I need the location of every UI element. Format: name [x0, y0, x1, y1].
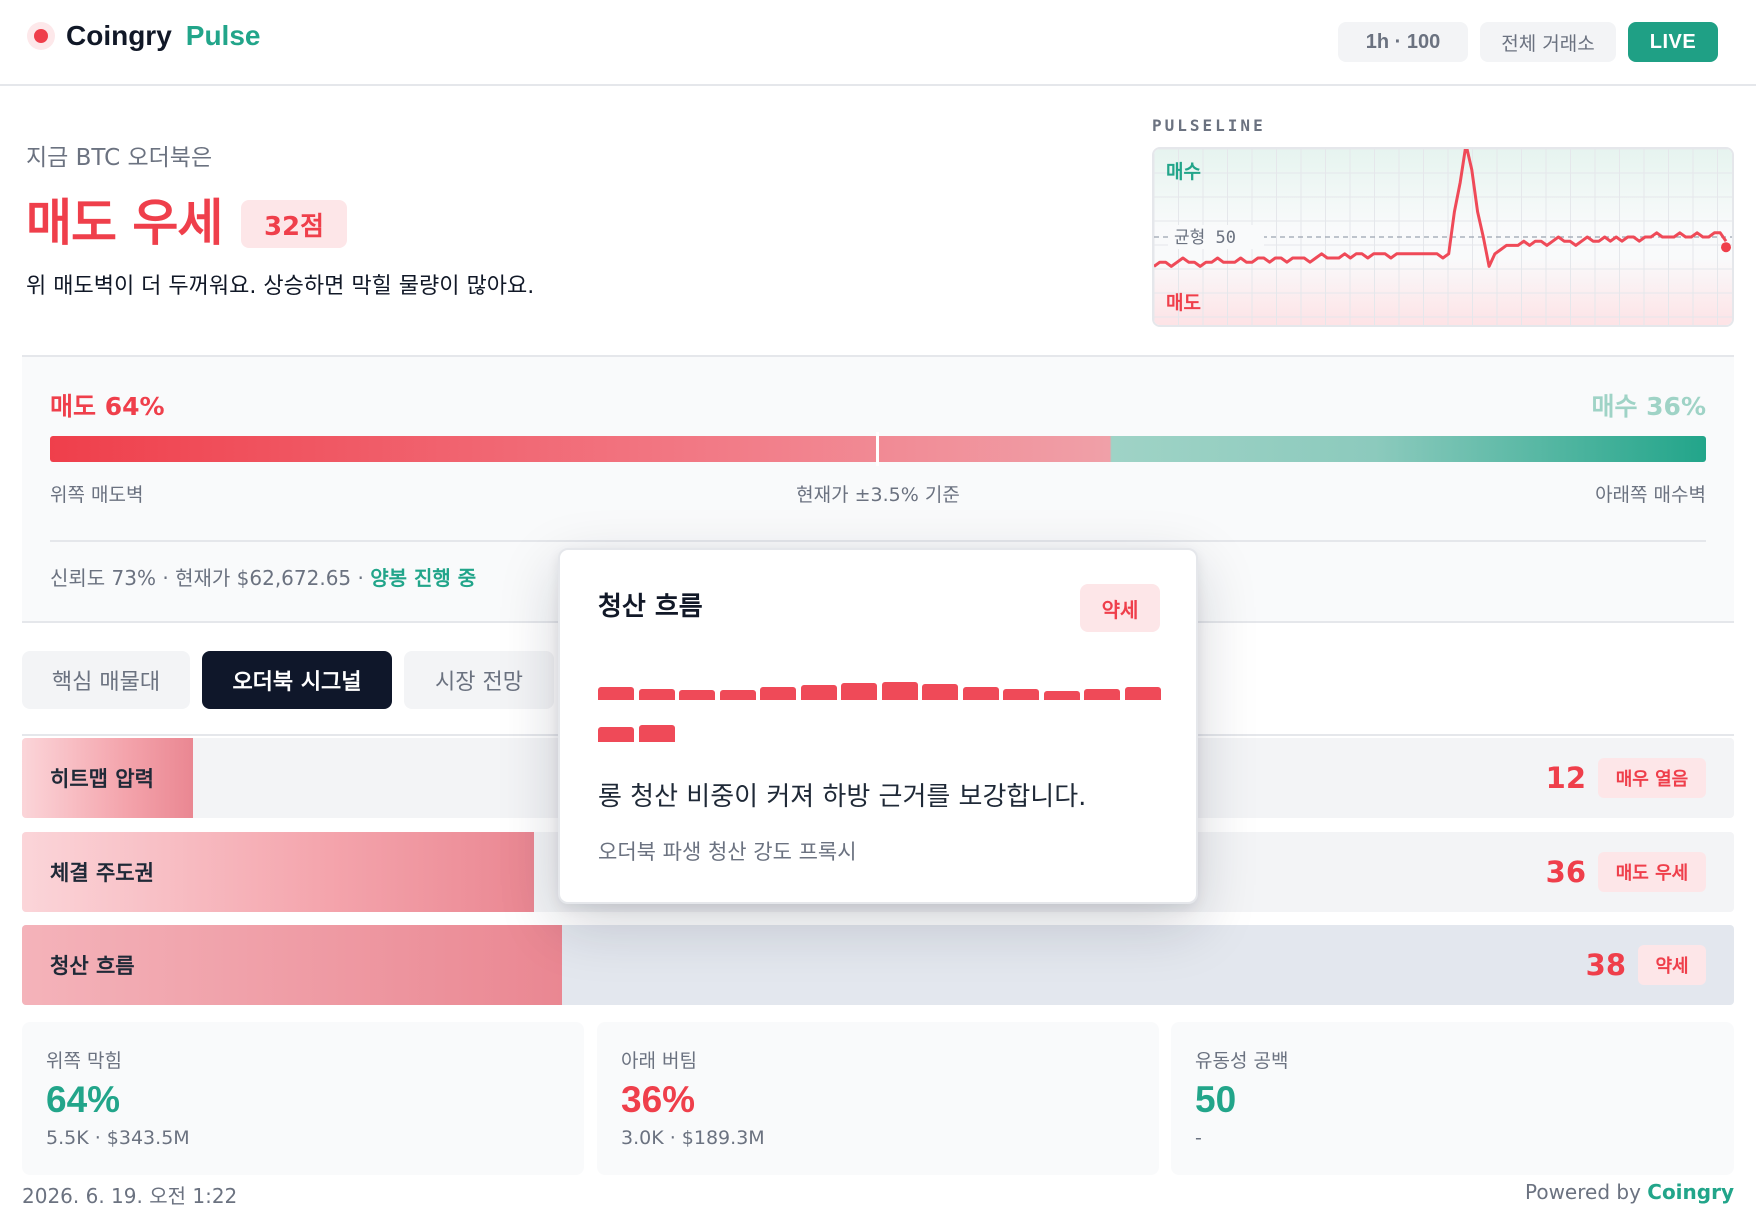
- stat-card-upper-block: 위쪽 막힘 64% 5.5K · $343.5M: [22, 1022, 584, 1175]
- sell-percentage: 매도 64%: [50, 392, 165, 421]
- card-label: 위쪽 막힘: [46, 1050, 122, 1072]
- timestamp: 2026. 6. 19. 오전 1:22: [22, 1184, 238, 1208]
- signal-badge: 매우 열음: [1598, 758, 1706, 798]
- popover-badge: 약세: [1080, 584, 1160, 632]
- score-badge: 32점: [241, 200, 347, 248]
- popover-bar: [760, 687, 796, 700]
- popover-bar: [638, 724, 675, 742]
- popover-bar: [638, 689, 675, 700]
- signal-label: 히트맵 압력: [50, 767, 154, 791]
- popover-bar: [719, 689, 756, 700]
- hero-label: 지금 BTC 오더북은: [26, 145, 213, 171]
- popover-bar: [841, 682, 877, 700]
- app-header: Coingry Pulse 1h · 100 전체 거래소 LIVE: [0, 0, 1756, 86]
- stat-card-liquidity-gap: 유동성 공백 50 -: [1171, 1022, 1734, 1175]
- timeframe-selector[interactable]: 1h · 100: [1338, 22, 1468, 62]
- pulseline-label: PULSELINE: [1152, 116, 1266, 135]
- popover-bar: [1124, 686, 1161, 700]
- popover-bar: [922, 684, 958, 700]
- signal-value: 38: [1585, 948, 1626, 982]
- balance-bar-center-marker: [876, 432, 879, 466]
- popover-bar: [962, 686, 999, 700]
- powered-by[interactable]: Powered by Coingry: [1525, 1180, 1734, 1204]
- live-badge[interactable]: LIVE: [1628, 22, 1718, 62]
- hero-title: 매도 우세: [26, 194, 223, 252]
- candle-status: 양봉 진행 중: [370, 566, 477, 590]
- tab-market-outlook[interactable]: 시장 전망: [404, 651, 554, 709]
- card-label: 아래 버팀: [621, 1050, 697, 1072]
- tab-orderbook-signal[interactable]: 오더북 시그널: [202, 651, 392, 709]
- signal-badge: 매도 우세: [1598, 852, 1706, 892]
- pulseline-chart: 균형 50 매수 매도: [1152, 147, 1734, 327]
- brand-subtitle: Pulse: [185, 20, 261, 51]
- signal-label: 체결 주도권: [50, 861, 154, 885]
- powered-by-brand: Coingry: [1647, 1180, 1734, 1204]
- popover-bar: [800, 684, 837, 700]
- buy-percentage: 매수 36%: [1591, 392, 1706, 421]
- brand-name: Coingry: [66, 20, 172, 51]
- exchange-selector[interactable]: 전체 거래소: [1480, 22, 1616, 62]
- pulseline-svg: 균형 50 매수 매도: [1154, 149, 1732, 325]
- popover-bar: [598, 726, 634, 742]
- brand[interactable]: Coingry Pulse: [34, 20, 260, 52]
- signal-row-liquidation-flow[interactable]: 청산 흐름 38 약세: [22, 925, 1734, 1005]
- popover-title: 청산 흐름: [598, 592, 703, 622]
- signal-value: 36: [1545, 855, 1586, 889]
- liquidation-flow-popover: 청산 흐름 약세 롱 청산 비중이 커져 하방 근거를 보강합니다. 오더북 파…: [558, 548, 1198, 904]
- center-caption: 현재가 ±3.5% 기준: [796, 484, 960, 506]
- signal-badge: 약세: [1638, 945, 1706, 985]
- popover-bar: [1003, 689, 1039, 700]
- card-value: 50: [1195, 1079, 1237, 1120]
- card-value: 36%: [621, 1079, 696, 1120]
- balance-label: 균형 50: [1174, 228, 1236, 248]
- pulseline-buy-label: 매수: [1166, 161, 1201, 183]
- confidence-price-text: 신뢰도 73% · 현재가 $62,672.65 ·: [50, 566, 371, 590]
- hero-description: 위 매도벽이 더 두꺼워요. 상승하면 막힐 물량이 많아요.: [26, 274, 535, 299]
- stat-card-lower-support: 아래 버팀 36% 3.0K · $189.3M: [597, 1022, 1159, 1175]
- balance-divider: [50, 540, 1706, 542]
- right-caption: 아래쪽 매수벽: [1595, 484, 1706, 506]
- popover-bar: [679, 690, 715, 700]
- popover-bar: [598, 687, 634, 700]
- signal-label: 청산 흐름: [50, 954, 135, 978]
- balance-footer: 신뢰도 73% · 현재가 $62,672.65 · 양봉 진행 중: [50, 562, 476, 591]
- card-subvalue: 5.5K · $343.5M: [46, 1127, 190, 1149]
- popover-bar: [1084, 689, 1120, 700]
- card-subvalue: 3.0K · $189.3M: [621, 1127, 765, 1149]
- live-dot-icon: [34, 29, 48, 43]
- popover-bar: [881, 681, 918, 700]
- pulseline-sell-label: 매도: [1166, 292, 1201, 314]
- powered-by-text: Powered by: [1524, 1180, 1641, 1204]
- card-subvalue: -: [1195, 1127, 1202, 1149]
- popover-bar-chart: [598, 668, 1164, 748]
- popover-description: 롱 청산 비중이 커져 하방 근거를 보강합니다.: [598, 782, 1087, 812]
- card-value: 64%: [46, 1079, 121, 1120]
- card-label: 유동성 공백: [1195, 1050, 1289, 1072]
- popover-bar: [1043, 690, 1080, 700]
- tab-key-levels[interactable]: 핵심 매물대: [22, 651, 190, 709]
- pulseline-current-point: [1721, 242, 1731, 253]
- popover-note: 오더북 파생 청산 강도 프록시: [598, 840, 857, 864]
- signal-value: 12: [1545, 761, 1586, 795]
